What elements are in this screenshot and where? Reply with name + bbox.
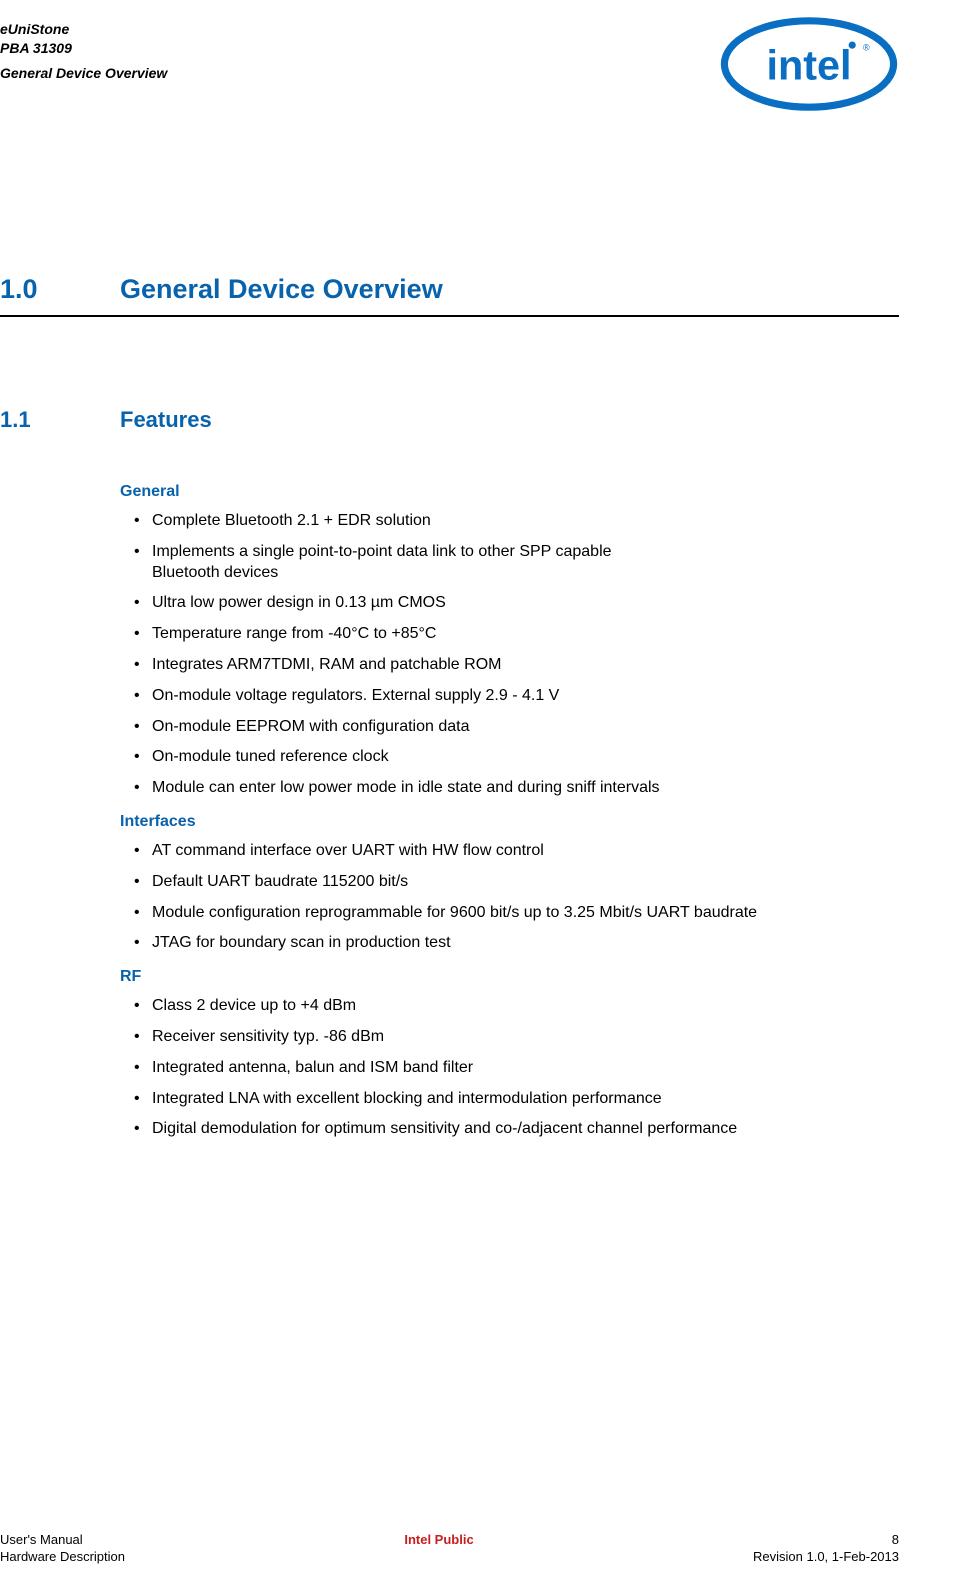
footer-left-line2: Hardware Description (0, 1548, 125, 1566)
list-item: Receiver sensitivity typ. -86 dBm (120, 1027, 899, 1048)
section-number: 1.1 (0, 407, 120, 433)
footer-center: Intel Public (125, 1531, 753, 1566)
feature-list-interfaces: AT command interface over UART with HW f… (120, 841, 899, 954)
list-item: Module configuration reprogrammable for … (120, 903, 899, 924)
svg-text:®: ® (863, 43, 870, 53)
list-item: Digital demodulation for optimum sensiti… (120, 1119, 899, 1140)
list-item: Module can enter low power mode in idle … (120, 778, 899, 799)
content-block: General Complete Bluetooth 2.1 + EDR sol… (120, 483, 899, 1140)
footer-right: 8 Revision 1.0, 1-Feb-2013 (753, 1531, 899, 1566)
list-item: On-module tuned reference clock (120, 747, 899, 768)
product-name-line1: eUniStone (0, 20, 167, 39)
list-item: JTAG for boundary scan in production tes… (120, 933, 899, 954)
list-item: Integrated antenna, balun and ISM band f… (120, 1058, 899, 1079)
list-item: Temperature range from -40°C to +85°C (120, 624, 899, 645)
page-footer: User's Manual Hardware Description Intel… (0, 1531, 899, 1566)
list-item: Implements a single point-to-point data … (120, 542, 680, 584)
revision-info: Revision 1.0, 1-Feb-2013 (753, 1548, 899, 1566)
section-title: Features (120, 407, 212, 433)
group-heading-rf: RF (120, 968, 899, 986)
group-heading-general: General (120, 483, 899, 501)
list-item: Integrated LNA with excellent blocking a… (120, 1089, 899, 1110)
list-item: Default UART baudrate 115200 bit/s (120, 872, 899, 893)
header-subtitle: General Device Overview (0, 64, 167, 83)
list-item: Class 2 device up to +4 dBm (120, 996, 899, 1017)
section-heading: 1.1 Features (0, 407, 899, 433)
intel-logo-icon: intel ® (719, 14, 899, 114)
list-item: On-module voltage regulators. External s… (120, 686, 899, 707)
list-item: AT command interface over UART with HW f… (120, 841, 899, 862)
chapter-title: General Device Overview (120, 274, 443, 305)
header-left-block: eUniStone PBA 31309 General Device Overv… (0, 20, 167, 83)
footer-left: User's Manual Hardware Description (0, 1531, 125, 1566)
list-item: Complete Bluetooth 2.1 + EDR solution (120, 511, 899, 532)
feature-list-rf: Class 2 device up to +4 dBm Receiver sen… (120, 996, 899, 1140)
page-header: eUniStone PBA 31309 General Device Overv… (0, 20, 899, 114)
list-item: Integrates ARM7TDMI, RAM and patchable R… (120, 655, 899, 676)
chapter-heading: 1.0 General Device Overview (0, 274, 899, 317)
page-number: 8 (753, 1531, 899, 1549)
product-name-line2: PBA 31309 (0, 39, 167, 58)
group-heading-interfaces: Interfaces (120, 813, 899, 831)
list-item: Ultra low power design in 0.13 µm CMOS (120, 593, 899, 614)
chapter-number: 1.0 (0, 274, 120, 305)
list-item: On-module EEPROM with configuration data (120, 717, 899, 738)
svg-text:intel: intel (766, 42, 851, 88)
footer-left-line1: User's Manual (0, 1531, 125, 1549)
feature-list-general: Complete Bluetooth 2.1 + EDR solution Im… (120, 511, 899, 799)
